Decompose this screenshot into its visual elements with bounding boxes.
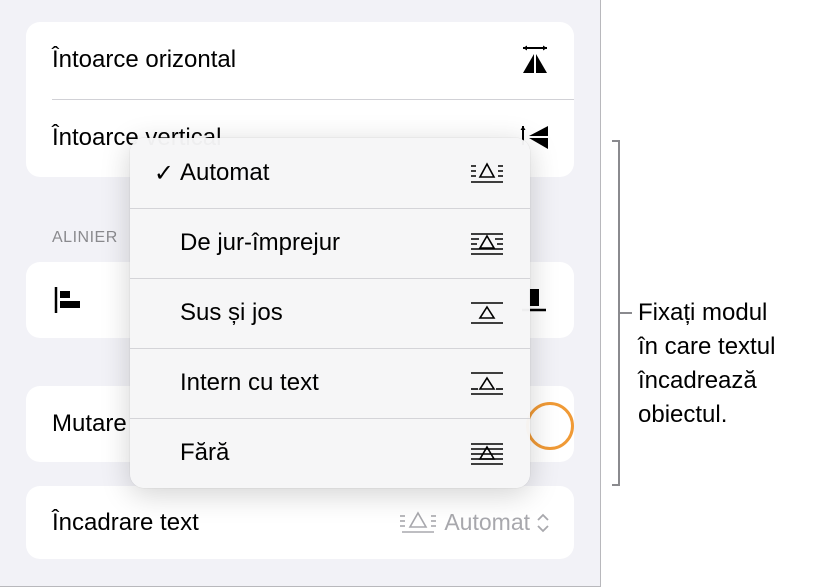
callout-line: Fixați modul: [638, 299, 768, 326]
chevron-up-down-icon: [536, 512, 550, 534]
text-wrap-group: Încadrare text Automat: [26, 486, 574, 559]
callout-line: obiectul.: [638, 401, 728, 428]
menu-item-above-below[interactable]: Sus și jos: [130, 278, 530, 348]
menu-item-around[interactable]: De jur-împrejur: [130, 208, 530, 278]
menu-item-label: Fără: [180, 439, 230, 466]
flip-horizontal-icon: [520, 45, 550, 75]
menu-item-label: Sus și jos: [180, 299, 283, 326]
wrap-automatic-icon: [470, 160, 504, 186]
callout-line: în care textul: [638, 333, 776, 360]
text-wrap-label: Încadrare text: [52, 508, 199, 536]
callout-line: încadrează: [638, 367, 757, 394]
callout-tick: [620, 312, 632, 314]
menu-item-label: De jur-împrejur: [180, 229, 341, 256]
callout-bracket: [612, 140, 620, 486]
callout-text: Fixați modul în care textul încadrează o…: [638, 296, 838, 432]
flip-horizontal-row[interactable]: Întoarce orizontal: [26, 22, 574, 98]
wrap-around-icon: [470, 230, 504, 256]
wrap-inline-icon: [470, 370, 504, 396]
menu-item-label: Intern cu text: [180, 369, 319, 396]
menu-item-label: Automat: [180, 159, 270, 186]
checkmark-icon: ✓: [153, 159, 174, 187]
text-wrap-menu: ✓ Automat De jur-împrejur Sus și jos Int…: [130, 138, 530, 488]
format-panel: Întoarce orizontal Întoarce vertical ALI…: [0, 0, 601, 587]
wrap-automatic-icon: [398, 510, 438, 536]
move-toggle[interactable]: [526, 402, 574, 450]
menu-item-automatic[interactable]: ✓ Automat: [130, 138, 530, 208]
align-left-icon[interactable]: [52, 285, 86, 315]
text-wrap-value[interactable]: Automat: [398, 509, 550, 536]
wrap-none-icon: [470, 440, 504, 466]
text-wrap-row[interactable]: Încadrare text Automat: [26, 486, 574, 559]
menu-item-inline[interactable]: Intern cu text: [130, 348, 530, 418]
align-section-header: ALINIER: [52, 229, 118, 246]
menu-item-none[interactable]: Fără: [130, 418, 530, 488]
wrap-above-below-icon: [470, 300, 504, 326]
flip-horizontal-label: Întoarce orizontal: [52, 46, 237, 73]
text-wrap-value-label: Automat: [444, 509, 530, 535]
